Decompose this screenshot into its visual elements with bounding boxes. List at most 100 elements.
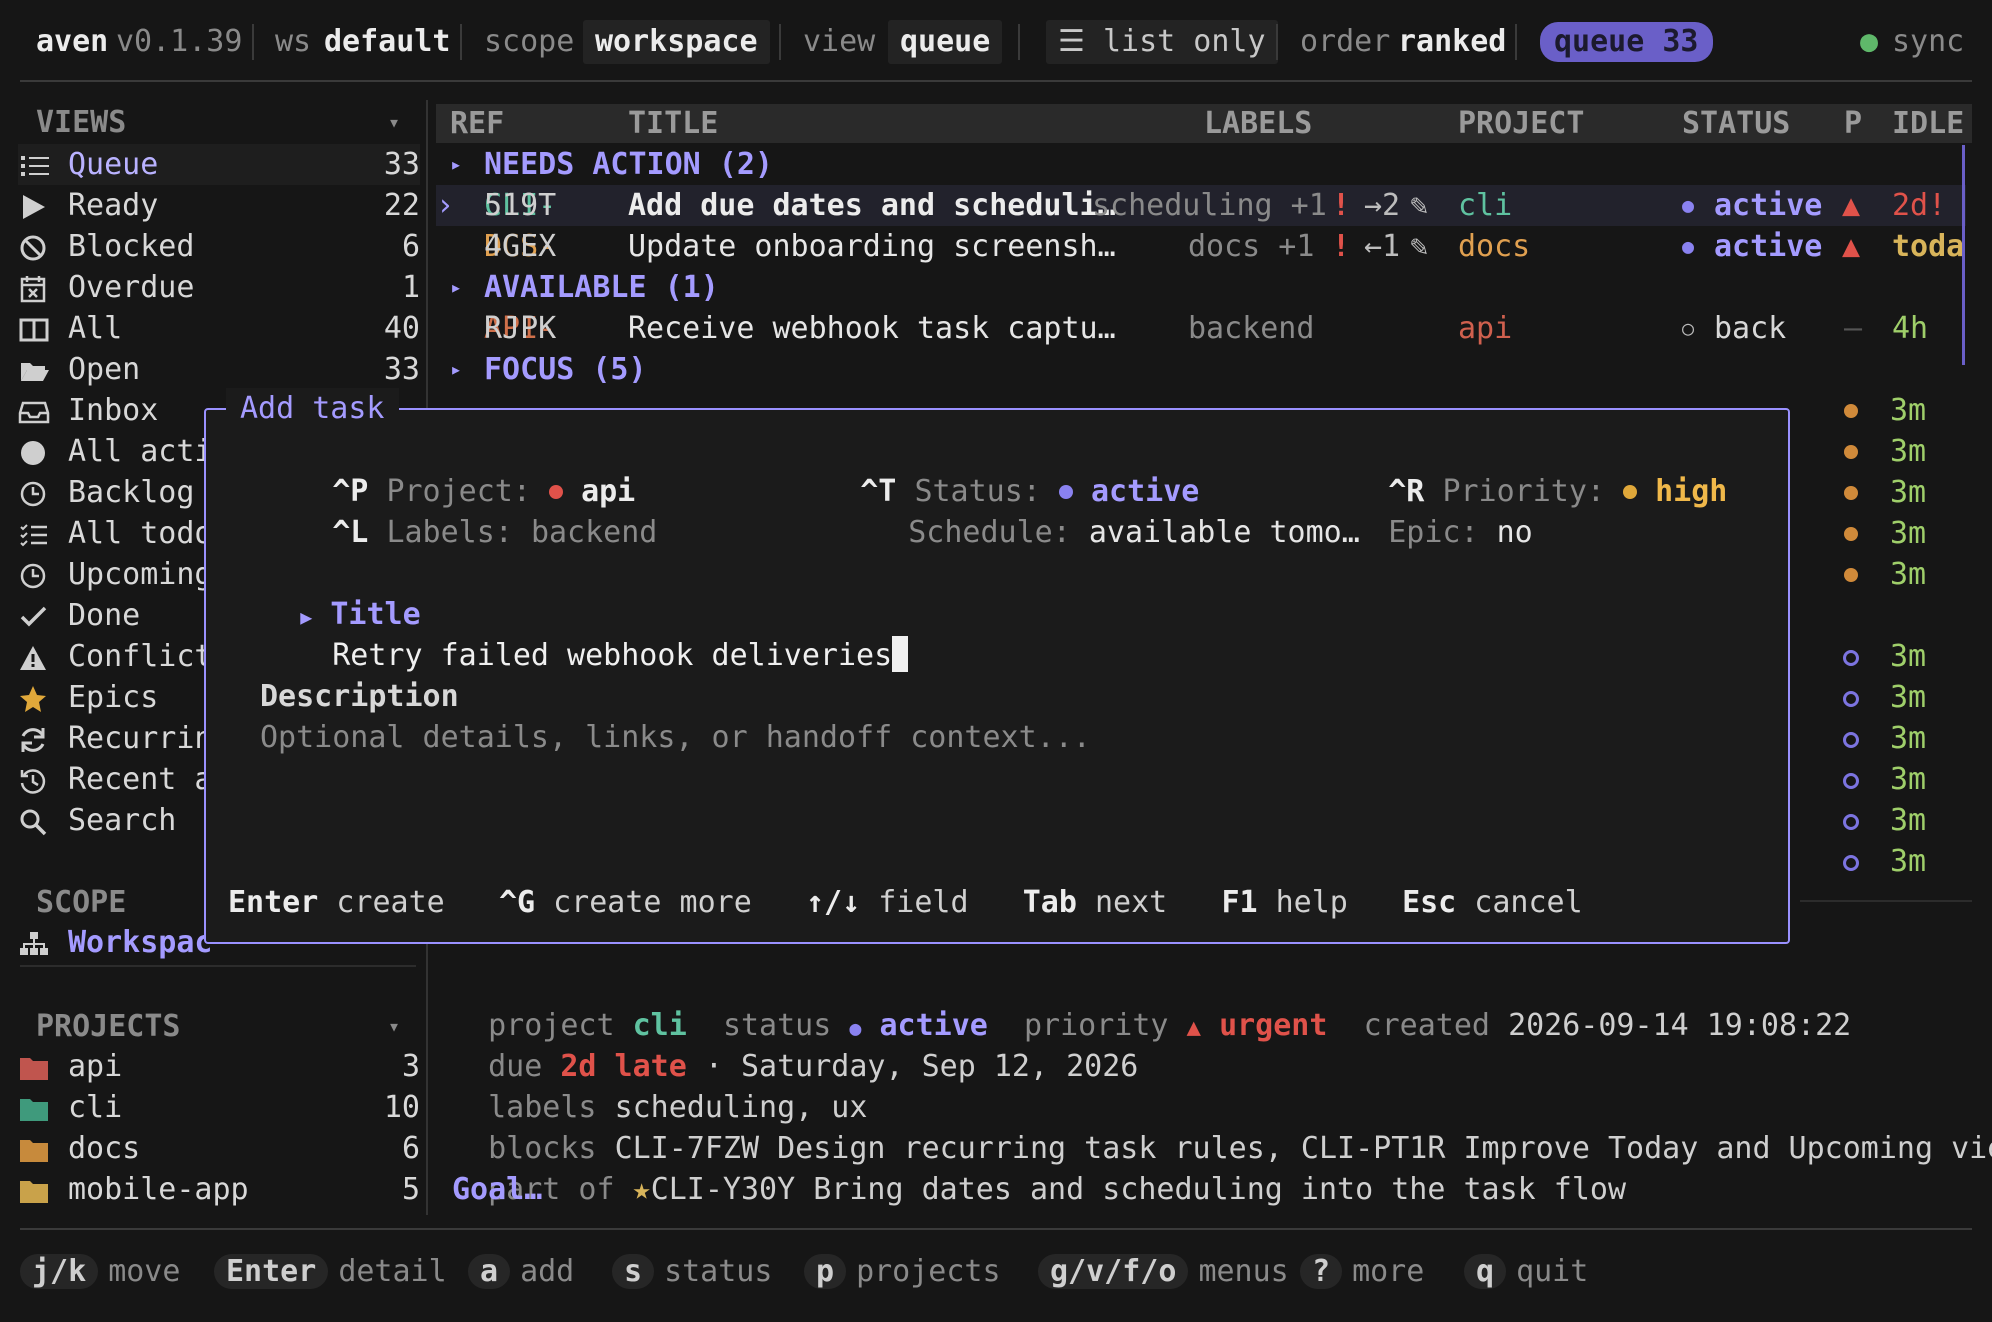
sidebar-item-all[interactable]: All 40 [18,308,420,349]
pencil-icon: ✎ [1410,188,1429,223]
shortcut-detail[interactable]: Enter detail [214,1250,447,1294]
project-item-cli[interactable]: cli 10 [18,1087,420,1128]
blocks-count: →2 [1364,188,1401,223]
list-header: REF TITLE LABELS PROJECT STATUS P IDLE [436,104,1972,143]
view-label: view [803,24,876,59]
shortcut-add[interactable]: a add [468,1250,574,1294]
shortcut-move[interactable]: j/k move [20,1250,180,1294]
col-idle[interactable]: IDLE [1892,104,1964,143]
list-only-toggle[interactable]: ☰ list only [1046,20,1278,64]
shortcut-action: move [108,1254,181,1289]
project-item-label: api [68,1049,123,1084]
shortcut-more[interactable]: ? more [1300,1250,1424,1294]
project-item-count: 6 [401,1131,420,1166]
priority-dot-icon [1844,445,1858,459]
sidebar-item-blocked[interactable]: Blocked 6 [18,226,420,267]
refresh-icon [21,728,45,752]
shortcut-status[interactable]: s status [612,1250,772,1294]
epic-value: no [1496,515,1533,550]
sidebar-item-label: Queue [68,147,159,182]
sidebar-item-label: Ready [68,188,159,223]
queue-count-badge[interactable]: queue 33 [1540,22,1713,62]
col-project[interactable]: PROJECT [1458,104,1584,143]
detail-priority[interactable]: urgent [1219,1008,1327,1043]
task-idle: 3m [1890,639,1927,674]
detail-created: 2026-09-14 19:08:22 [1508,1008,1852,1043]
task-status: active [1714,229,1823,264]
sidebar-item-open[interactable]: Open 33 [18,349,420,390]
sidebar-item-label: Done [68,598,141,633]
sidebar-item-ready[interactable]: Ready 22 [18,185,420,226]
shortcut-action: detail [338,1254,447,1289]
task-labels: scheduling +1 [1092,188,1327,223]
task-labels: backend [1188,311,1315,346]
order-value[interactable]: ranked [1398,20,1506,64]
schedule-field[interactable]: Schedule: available tomo… [836,471,1360,594]
priority-up-icon: ▲ [1842,188,1861,223]
col-ref[interactable]: REF [450,104,504,143]
col-status[interactable]: STATUS [1682,104,1790,143]
priority-ring-icon [1843,855,1859,871]
divider [20,1228,1972,1230]
order-label: order [1300,24,1391,59]
ws-value[interactable]: default [324,20,450,64]
scope-value[interactable]: workspace [583,20,770,64]
history-icon [20,769,46,794]
sidebar-item-label: Epics [68,680,159,715]
task-idle: 3m [1890,475,1927,510]
table-row[interactable]: › CLI- 519T Add due dates and scheduli… s… [436,185,1966,226]
projects-header: PROJECTS [36,1009,181,1044]
detail-epic[interactable]: CLI-Y30Y Bring dates and scheduling into… [651,1172,1626,1207]
sidebar-item-label: Recurrin [68,721,213,756]
status-ring-icon: ○ [1682,316,1695,340]
task-idle: 2d! [1892,188,1947,223]
scrollbar[interactable] [1962,145,1965,365]
priority-ring-icon [1843,691,1859,707]
sidebar-item-count: 1 [401,270,420,305]
col-title[interactable]: TITLE [628,104,718,143]
group-label: FOCUS (5) [484,352,647,387]
sidebar-item-count: 6 [401,229,420,264]
project-item-count: 10 [383,1090,420,1125]
flag-icon: ! [1332,229,1351,264]
project-item-docs[interactable]: docs 6 [18,1128,420,1169]
divider [20,80,1972,82]
view-value[interactable]: queue [888,20,1003,64]
sidebar-item-queue[interactable]: Queue 33 [18,144,420,185]
group-header[interactable]: ▸ NEEDS ACTION (2) [436,144,1966,185]
shortcut-menus[interactable]: g/v/f/o menus [1038,1250,1289,1294]
views-header: VIEWS [36,105,127,140]
sync-status: sync [1892,24,1965,59]
epic-field[interactable]: Epic: no [1316,471,1533,594]
top-bar: aven v0.1.39 ws default scope workspace … [0,20,1992,64]
col-labels[interactable]: LABELS [1204,104,1312,143]
project-item-api[interactable]: api 3 [18,1046,420,1087]
chevron-down-icon[interactable]: ▾ [388,102,400,143]
scope-header: SCOPE [36,885,127,920]
list-icon [21,156,49,176]
sidebar-item-overdue[interactable]: Overdue 1 [18,267,420,308]
task-idle: 3m [1890,516,1927,551]
group-header[interactable]: ▸ FOCUS (5) [436,349,1966,390]
task-status: active [1714,188,1823,223]
task-idle: 3m [1890,680,1927,715]
group-header[interactable]: ▸ AVAILABLE (1) [436,267,1966,308]
shortcut-projects[interactable]: p projects [804,1250,1001,1294]
priority-ring-icon [1843,650,1859,666]
project-item-mobile-app[interactable]: mobile-app 5 [18,1169,420,1210]
chevron-down-icon[interactable]: ▾ [388,1006,400,1047]
hint-create-more: ^G create more [498,885,806,920]
list-icon: ☰ [1058,24,1085,59]
divider [779,24,781,60]
folder-icon [20,1099,48,1121]
task-project: cli [1458,188,1513,223]
table-row[interactable]: API- RJPK Receive webhook task captu… bac… [436,308,1966,349]
description-input[interactable]: Optional details, links, or handoff cont… [260,717,1091,758]
shortcut-quit[interactable]: q quit [1464,1250,1588,1294]
shortcut-key: s [612,1254,655,1289]
task-idle: 4h [1892,311,1929,346]
col-priority[interactable]: P [1844,104,1862,143]
text-cursor [892,636,909,672]
table-row[interactable]: DCS- 4GEX Update onboarding screensh… doc… [436,226,1966,267]
hint-field: ↑/↓ field [806,885,1023,920]
